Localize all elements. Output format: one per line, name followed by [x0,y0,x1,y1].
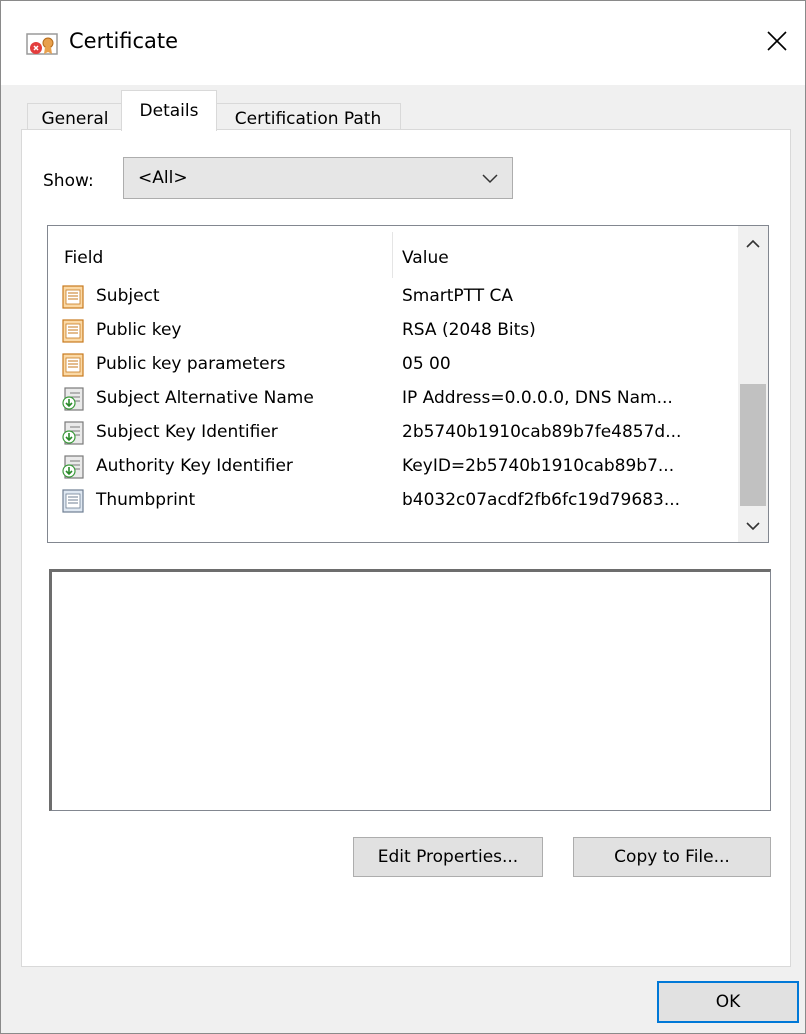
chevron-up-icon [746,239,760,248]
close-button[interactable] [757,21,797,61]
extension-icon [62,455,84,479]
window-title: Certificate [69,29,179,53]
vertical-scrollbar[interactable] [738,226,768,542]
column-header-value[interactable]: Value [402,248,449,268]
field-value: RSA (2048 Bits) [402,320,536,340]
close-icon [767,31,787,51]
field-detail-textbox[interactable] [49,569,771,811]
fields-list[interactable]: Field Value Subject SmartPTT CA Public k… [47,225,769,543]
field-value: KeyID=2b5740b1910cab89b7... [402,456,675,476]
cert-field-icon [62,353,84,377]
show-label: Show: [43,171,94,191]
field-value: 2b5740b1910cab89b7fe4857d... [402,422,682,442]
field-name: Thumbprint [96,490,196,510]
show-dropdown-value: <All> [138,168,188,188]
tab-label: Details [139,101,199,121]
show-dropdown[interactable]: <All> [123,157,513,199]
list-item[interactable]: Subject Key Identifier 2b5740b1910cab89b… [48,416,738,450]
field-value: 05 00 [402,354,451,374]
tab-label: General [41,109,109,129]
list-item[interactable]: Subject Alternative Name IP Address=0.0.… [48,382,738,416]
list-item[interactable]: Authority Key Identifier KeyID=2b5740b19… [48,450,738,484]
certificate-icon [26,33,58,55]
certificate-dialog: Certificate General Details Certificatio… [0,0,806,1034]
field-name: Subject Alternative Name [96,388,314,408]
copy-to-file-button[interactable]: Copy to File... [573,837,771,877]
scroll-down-button[interactable] [738,512,768,540]
scrollbar-thumb[interactable] [740,384,766,506]
field-name: Subject Key Identifier [96,422,278,442]
chevron-down-icon [746,522,760,531]
extension-icon [62,421,84,445]
field-name: Authority Key Identifier [96,456,293,476]
field-value: SmartPTT CA [402,286,514,306]
extension-icon [62,387,84,411]
list-item[interactable]: Public key parameters 05 00 [48,348,738,382]
field-name: Subject [96,286,160,306]
cert-field-icon [62,319,84,343]
title-bar[interactable]: Certificate [1,1,805,85]
field-name: Public key [96,320,182,340]
list-item[interactable]: Public key RSA (2048 Bits) [48,314,738,348]
field-name: Public key parameters [96,354,286,374]
property-icon [62,489,84,513]
edit-properties-button[interactable]: Edit Properties... [353,837,543,877]
field-value: b4032c07acdf2fb6fc19d79683... [402,490,681,510]
button-label: Edit Properties... [377,847,519,867]
tab-label: Certification Path [234,109,382,129]
ok-button[interactable]: OK [657,981,799,1023]
chevron-down-icon [482,174,498,184]
cert-field-icon [62,285,84,309]
button-label: Copy to File... [614,847,730,867]
button-label: OK [715,992,741,1012]
column-header-field[interactable]: Field [64,248,103,268]
scroll-up-button[interactable] [738,230,768,258]
list-item[interactable]: Thumbprint b4032c07acdf2fb6fc19d79683... [48,484,738,518]
tab-details[interactable]: Details [121,90,217,131]
field-value: IP Address=0.0.0.0, DNS Nam... [402,388,673,408]
column-separator[interactable] [392,232,393,278]
list-item[interactable]: Subject SmartPTT CA [48,280,738,314]
